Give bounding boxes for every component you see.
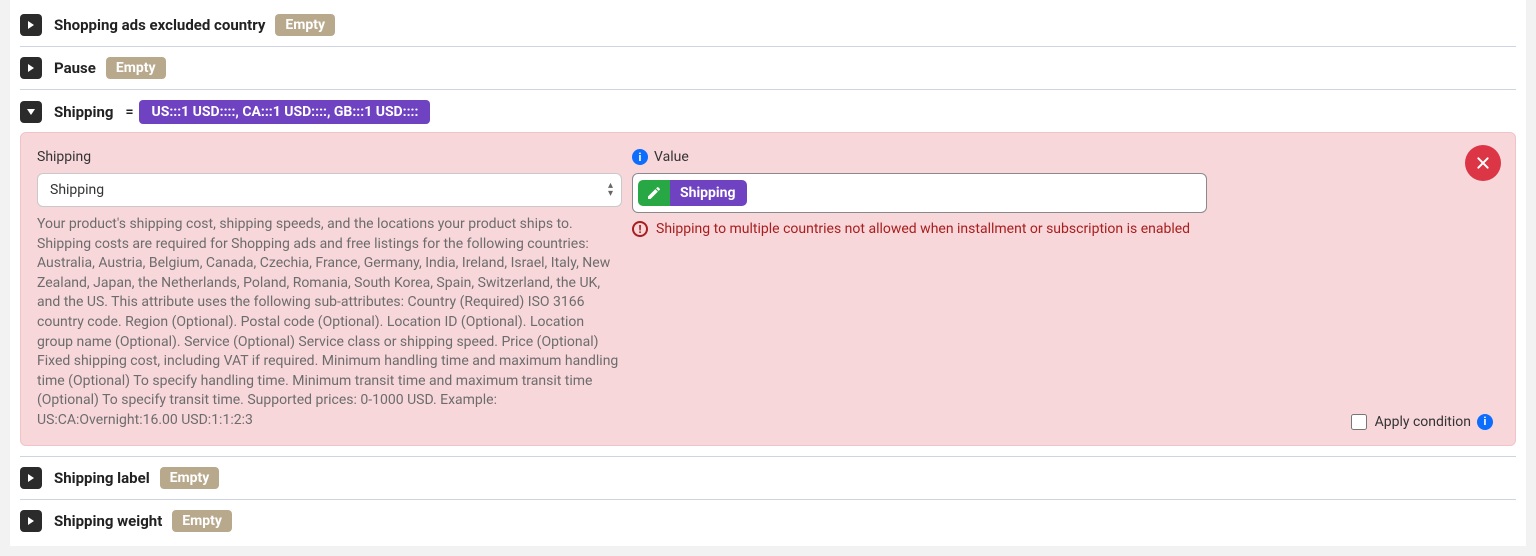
shipping-value-summary: US:::1 USD::::, CA:::1 USD::::, GB:::1 U…	[139, 100, 430, 124]
row-label: Shopping ads excluded country	[54, 16, 265, 34]
expand-icon[interactable]	[20, 510, 42, 532]
shipping-help-text: Your product's shipping cost, shipping s…	[37, 215, 622, 431]
expand-icon[interactable]	[20, 57, 42, 79]
row-shipping: Shipping = US:::1 USD::::, CA:::1 USD:::…	[20, 90, 1516, 132]
empty-badge: Empty	[160, 467, 220, 489]
apply-condition-checkbox[interactable]	[1351, 414, 1367, 430]
empty-badge: Empty	[172, 510, 232, 532]
row-shipping-weight: Shipping weight Empty	[20, 500, 1516, 542]
field-label-shipping: Shipping	[37, 149, 91, 165]
collapse-icon[interactable]	[20, 101, 42, 123]
row-label: Shipping weight	[54, 512, 162, 530]
shipping-attribute-select[interactable]: Shipping ▴▾	[37, 173, 622, 207]
shipping-value-input[interactable]: Shipping	[632, 173, 1207, 213]
shipping-value-chip[interactable]: Shipping	[638, 180, 747, 206]
pencil-icon	[638, 180, 670, 206]
empty-badge: Empty	[106, 57, 166, 79]
apply-condition: Apply condition i	[1347, 411, 1499, 433]
expand-icon[interactable]	[20, 14, 42, 36]
empty-badge: Empty	[275, 14, 335, 36]
select-arrows-icon: ▴▾	[608, 182, 613, 198]
info-icon[interactable]: i	[1477, 414, 1493, 430]
error-text: Shipping to multiple countries not allow…	[656, 221, 1190, 237]
row-label: Shipping label	[54, 469, 150, 487]
close-button[interactable]	[1465, 145, 1501, 181]
row-shopping-ads-excluded-country: Shopping ads excluded country Empty	[20, 4, 1516, 47]
row-label: Pause	[54, 59, 96, 77]
error-icon: !	[632, 221, 648, 237]
expand-icon[interactable]	[20, 467, 42, 489]
info-icon[interactable]: i	[632, 149, 648, 165]
shipping-expanded-panel: Shipping Shipping ▴▾ Your product's ship…	[20, 132, 1516, 446]
chip-text: Shipping	[670, 180, 747, 206]
equals-sign: =	[125, 104, 133, 120]
row-shipping-label: Shipping label Empty	[20, 456, 1516, 500]
select-value: Shipping	[50, 182, 104, 198]
field-label-value: Value	[654, 149, 689, 165]
apply-condition-label: Apply condition	[1375, 414, 1471, 430]
row-label: Shipping	[54, 103, 113, 121]
shipping-error: ! Shipping to multiple countries not all…	[632, 221, 1439, 237]
row-pause: Pause Empty	[20, 47, 1516, 90]
